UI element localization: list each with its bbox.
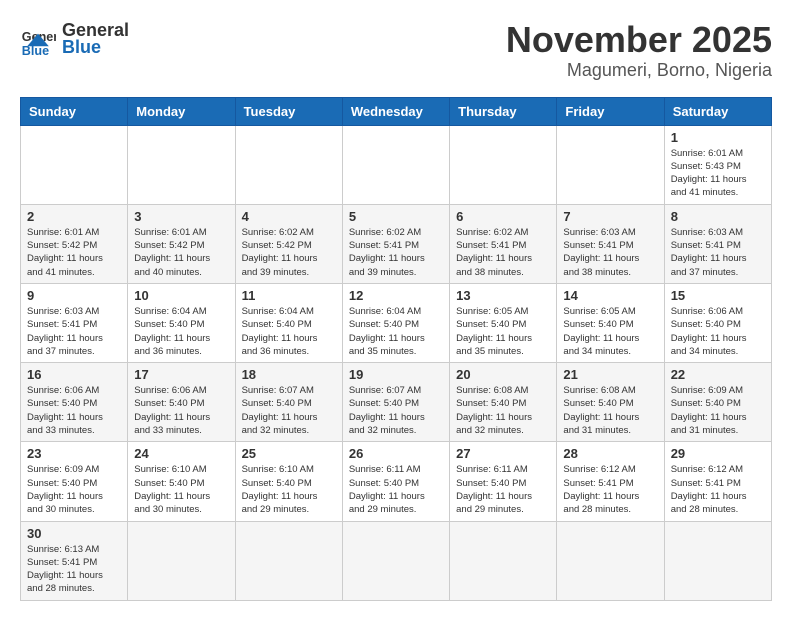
day-3: 3 Sunrise: 6:01 AM Sunset: 5:42 PM Dayli…: [128, 204, 235, 283]
day-17: 17 Sunrise: 6:06 AM Sunset: 5:40 PM Dayl…: [128, 363, 235, 442]
col-tuesday: Tuesday: [235, 97, 342, 125]
day-6: 6 Sunrise: 6:02 AM Sunset: 5:41 PM Dayli…: [450, 204, 557, 283]
day-10: 10 Sunrise: 6:04 AM Sunset: 5:40 PM Dayl…: [128, 283, 235, 362]
day-22: 22 Sunrise: 6:09 AM Sunset: 5:40 PM Dayl…: [664, 363, 771, 442]
empty-cell: [450, 125, 557, 204]
day-11: 11 Sunrise: 6:04 AM Sunset: 5:40 PM Dayl…: [235, 283, 342, 362]
empty-cell: [342, 521, 449, 600]
location-title: Magumeri, Borno, Nigeria: [506, 60, 772, 81]
day-13: 13 Sunrise: 6:05 AM Sunset: 5:40 PM Dayl…: [450, 283, 557, 362]
empty-cell: [557, 125, 664, 204]
col-saturday: Saturday: [664, 97, 771, 125]
day-16: 16 Sunrise: 6:06 AM Sunset: 5:40 PM Dayl…: [21, 363, 128, 442]
day-12: 12 Sunrise: 6:04 AM Sunset: 5:40 PM Dayl…: [342, 283, 449, 362]
day-25: 25 Sunrise: 6:10 AM Sunset: 5:40 PM Dayl…: [235, 442, 342, 521]
col-friday: Friday: [557, 97, 664, 125]
table-row: 2 Sunrise: 6:01 AM Sunset: 5:42 PM Dayli…: [21, 204, 772, 283]
calendar-table: Sunday Monday Tuesday Wednesday Thursday…: [20, 97, 772, 601]
day-23: 23 Sunrise: 6:09 AM Sunset: 5:40 PM Dayl…: [21, 442, 128, 521]
day-8: 8 Sunrise: 6:03 AM Sunset: 5:41 PM Dayli…: [664, 204, 771, 283]
table-row: 30 Sunrise: 6:13 AM Sunset: 5:41 PM Dayl…: [21, 521, 772, 600]
table-row: 9 Sunrise: 6:03 AM Sunset: 5:41 PM Dayli…: [21, 283, 772, 362]
day-1: 1 Sunrise: 6:01 AM Sunset: 5:43 PM Dayli…: [664, 125, 771, 204]
day-7: 7 Sunrise: 6:03 AM Sunset: 5:41 PM Dayli…: [557, 204, 664, 283]
day-18: 18 Sunrise: 6:07 AM Sunset: 5:40 PM Dayl…: [235, 363, 342, 442]
day-24: 24 Sunrise: 6:10 AM Sunset: 5:40 PM Dayl…: [128, 442, 235, 521]
day-2: 2 Sunrise: 6:01 AM Sunset: 5:42 PM Dayli…: [21, 204, 128, 283]
day-9: 9 Sunrise: 6:03 AM Sunset: 5:41 PM Dayli…: [21, 283, 128, 362]
empty-cell: [342, 125, 449, 204]
col-wednesday: Wednesday: [342, 97, 449, 125]
day-14: 14 Sunrise: 6:05 AM Sunset: 5:40 PM Dayl…: [557, 283, 664, 362]
day-20: 20 Sunrise: 6:08 AM Sunset: 5:40 PM Dayl…: [450, 363, 557, 442]
col-thursday: Thursday: [450, 97, 557, 125]
logo-icon: General Blue: [20, 21, 56, 57]
logo: General Blue General Blue: [20, 20, 129, 58]
table-row: 1 Sunrise: 6:01 AM Sunset: 5:43 PM Dayli…: [21, 125, 772, 204]
page-header: General Blue General Blue November 2025 …: [20, 20, 772, 81]
day-29: 29 Sunrise: 6:12 AM Sunset: 5:41 PM Dayl…: [664, 442, 771, 521]
col-monday: Monday: [128, 97, 235, 125]
empty-cell: [557, 521, 664, 600]
month-title: November 2025: [506, 20, 772, 60]
day-26: 26 Sunrise: 6:11 AM Sunset: 5:40 PM Dayl…: [342, 442, 449, 521]
title-section: November 2025 Magumeri, Borno, Nigeria: [506, 20, 772, 81]
empty-cell: [450, 521, 557, 600]
empty-cell: [664, 521, 771, 600]
svg-text:Blue: Blue: [22, 44, 49, 57]
day-28: 28 Sunrise: 6:12 AM Sunset: 5:41 PM Dayl…: [557, 442, 664, 521]
day-4: 4 Sunrise: 6:02 AM Sunset: 5:42 PM Dayli…: [235, 204, 342, 283]
empty-cell: [128, 125, 235, 204]
day-21: 21 Sunrise: 6:08 AM Sunset: 5:40 PM Dayl…: [557, 363, 664, 442]
col-sunday: Sunday: [21, 97, 128, 125]
day-30: 30 Sunrise: 6:13 AM Sunset: 5:41 PM Dayl…: [21, 521, 128, 600]
calendar-header-row: Sunday Monday Tuesday Wednesday Thursday…: [21, 97, 772, 125]
table-row: 23 Sunrise: 6:09 AM Sunset: 5:40 PM Dayl…: [21, 442, 772, 521]
empty-cell: [235, 125, 342, 204]
empty-cell: [235, 521, 342, 600]
day-27: 27 Sunrise: 6:11 AM Sunset: 5:40 PM Dayl…: [450, 442, 557, 521]
day-15: 15 Sunrise: 6:06 AM Sunset: 5:40 PM Dayl…: [664, 283, 771, 362]
empty-cell: [21, 125, 128, 204]
day-19: 19 Sunrise: 6:07 AM Sunset: 5:40 PM Dayl…: [342, 363, 449, 442]
empty-cell: [128, 521, 235, 600]
table-row: 16 Sunrise: 6:06 AM Sunset: 5:40 PM Dayl…: [21, 363, 772, 442]
day-5: 5 Sunrise: 6:02 AM Sunset: 5:41 PM Dayli…: [342, 204, 449, 283]
